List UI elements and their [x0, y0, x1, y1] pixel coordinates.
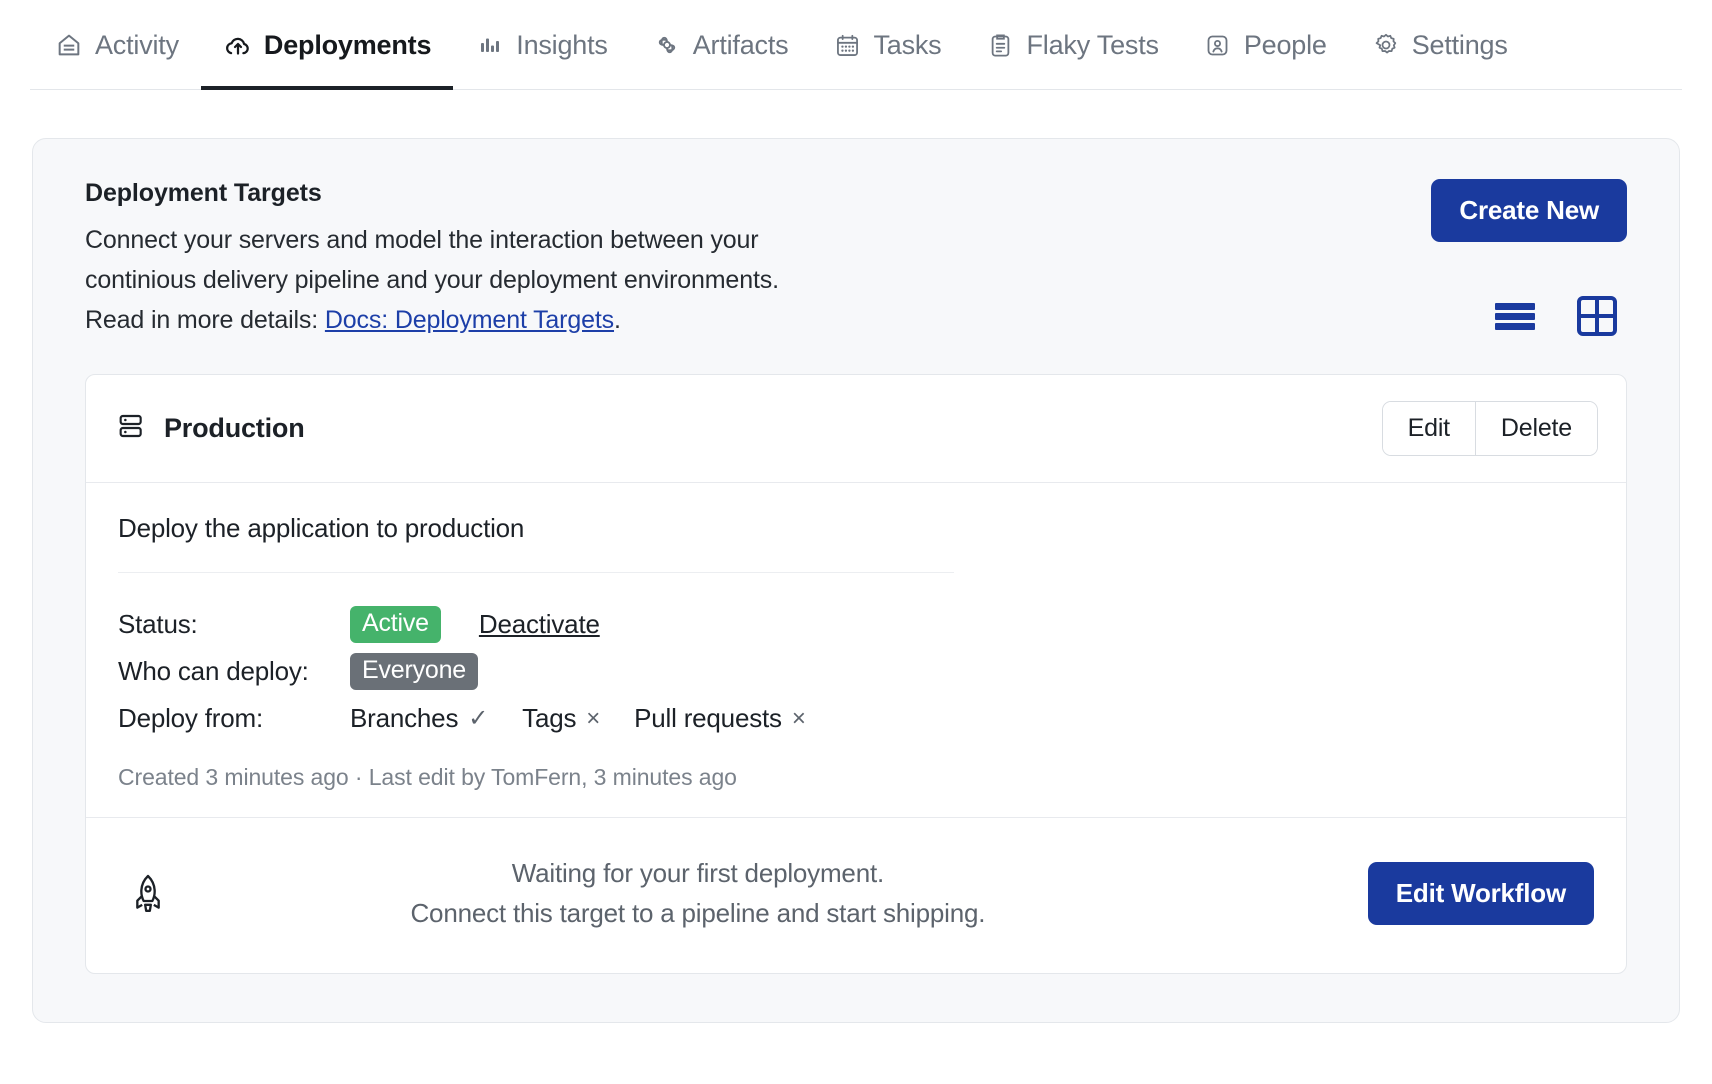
delete-button[interactable]: Delete — [1474, 402, 1597, 456]
nav-item-insights[interactable]: Insights — [453, 0, 629, 90]
rocket-icon — [128, 872, 198, 916]
deploy-from-branches[interactable]: Branches ✓ — [350, 703, 488, 734]
check-icon: ✓ — [468, 704, 489, 732]
deploy-from-branches-label: Branches — [350, 703, 459, 734]
close-icon: × — [791, 704, 806, 732]
nav-item-settings[interactable]: Settings — [1349, 0, 1530, 90]
deployment-target-card: Production Edit Delete Deploy the applic… — [85, 374, 1627, 975]
nav-item-tasks[interactable]: Tasks — [810, 0, 963, 90]
who-can-deploy-label: Who can deploy: — [118, 656, 309, 687]
server-stack-icon — [116, 410, 148, 447]
target-description: Deploy the application to production — [118, 513, 954, 574]
empty-state-action: Edit Workflow — [1367, 862, 1594, 926]
deploy-from-pull-requests-label: Pull requests — [634, 703, 782, 734]
bar-chart-icon — [475, 30, 505, 60]
deploy-from-pull-requests[interactable]: Pull requests × — [634, 703, 806, 734]
cloud-upload-icon — [223, 30, 253, 60]
list-view-icon[interactable] — [1493, 298, 1537, 334]
who-can-deploy-badge: Everyone — [350, 653, 479, 691]
nav-item-label: Insights — [516, 29, 608, 60]
person-icon — [1203, 30, 1233, 60]
deactivate-link[interactable]: Deactivate — [479, 609, 600, 640]
nav-item-label: Flaky Tests — [1026, 29, 1159, 60]
deploy-from-tags[interactable]: Tags × — [522, 703, 600, 734]
calendar-icon — [832, 30, 862, 60]
nav-item-deployments[interactable]: Deployments — [200, 0, 454, 90]
edit-workflow-button[interactable]: Edit Workflow — [1367, 862, 1594, 926]
page-title: Deployment Targets — [85, 179, 322, 207]
empty-state-line-1: Waiting for your first deployment. — [511, 858, 885, 889]
panel-header-actions: Create New — [1431, 179, 1627, 338]
target-name: Production — [164, 413, 305, 444]
close-icon: × — [586, 704, 601, 732]
panel-header-text: Deployment Targets Connect your servers … — [85, 179, 779, 340]
target-card-body: Deploy the application to production Sta… — [86, 483, 1626, 817]
docs-prefix: Read in more details: — [85, 305, 325, 334]
description-line-2: continious delivery pipeline and your de… — [85, 265, 779, 294]
description-line-3: Read in more details: Docs: Deployment T… — [85, 301, 779, 341]
target-card-header: Production Edit Delete — [86, 375, 1626, 484]
view-toggle-group — [1493, 294, 1627, 338]
home-icon — [54, 30, 84, 60]
nav-item-label: Activity — [95, 29, 179, 60]
empty-state-text: Waiting for your first deployment. Conne… — [198, 854, 1368, 933]
gear-icon — [1371, 30, 1401, 60]
status-label: Status: — [118, 609, 198, 640]
status-badge: Active — [350, 606, 441, 644]
deploy-from-label: Deploy from: — [118, 703, 263, 734]
nav-item-label: Tasks — [873, 29, 942, 60]
nav-item-label: Settings — [1411, 29, 1508, 60]
description-line-1: Connect your servers and model the inter… — [85, 226, 759, 254]
empty-state-footer: Waiting for your first deployment. Conne… — [86, 817, 1626, 973]
create-new-button[interactable]: Create New — [1431, 179, 1627, 242]
nav-item-label: Artifacts — [692, 29, 789, 60]
empty-state-line-2: Connect this target to a pipeline and st… — [410, 897, 986, 928]
main-nav: Activity Deployments Insights Artifacts … — [0, 0, 1712, 90]
target-meta: Status: Active Deactivate Who can deploy… — [118, 601, 1594, 742]
grid-view-icon[interactable] — [1575, 294, 1619, 338]
deploy-from-tags-label: Tags — [522, 703, 577, 734]
nav-item-artifacts[interactable]: Artifacts — [630, 0, 811, 90]
artifacts-icon — [652, 30, 682, 60]
deploy-from-options: Branches ✓ Tags × Pull requests × — [350, 703, 806, 734]
deploy-from-row: Deploy from: Branches ✓ Tags × Pull requ… — [118, 695, 1594, 742]
docs-deployment-targets-link[interactable]: Docs: Deployment Targets — [325, 306, 614, 334]
who-can-deploy-row: Who can deploy: Everyone — [118, 648, 1594, 695]
nav-item-activity[interactable]: Activity — [32, 0, 201, 90]
target-actions: Edit Delete — [1381, 401, 1598, 457]
panel-header: Deployment Targets Connect your servers … — [85, 179, 1627, 340]
target-created-info: Created 3 minutes ago · Last edit by Tom… — [118, 764, 737, 791]
nav-item-people[interactable]: People — [1181, 0, 1349, 90]
nav-item-label: People — [1243, 29, 1327, 60]
edit-button[interactable]: Edit — [1382, 402, 1475, 456]
panel-description: Connect your servers and model the inter… — [85, 221, 779, 340]
target-identity: Production — [116, 410, 305, 447]
deployment-targets-panel: Deployment Targets Connect your servers … — [32, 138, 1680, 1024]
docs-suffix: . — [614, 305, 621, 334]
clipboard-icon — [985, 30, 1015, 60]
nav-item-label: Deployments — [263, 29, 432, 60]
nav-item-flaky-tests[interactable]: Flaky Tests — [963, 0, 1180, 90]
status-row: Status: Active Deactivate — [118, 601, 1594, 648]
